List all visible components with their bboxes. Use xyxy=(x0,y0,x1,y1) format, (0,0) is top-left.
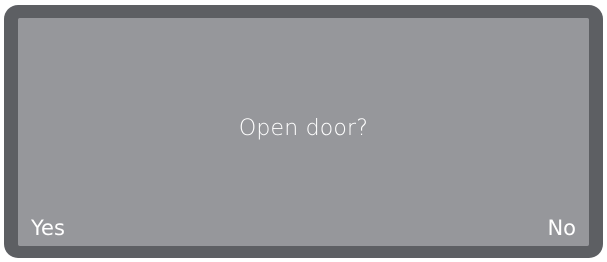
dialog-prompt: Open door? xyxy=(238,116,369,141)
display-screen: Open door? Yes No xyxy=(18,18,589,246)
no-softkey-button[interactable]: No xyxy=(547,216,576,240)
device-display-frame: Open door? Yes No xyxy=(4,5,603,258)
yes-softkey-button[interactable]: Yes xyxy=(31,216,65,240)
